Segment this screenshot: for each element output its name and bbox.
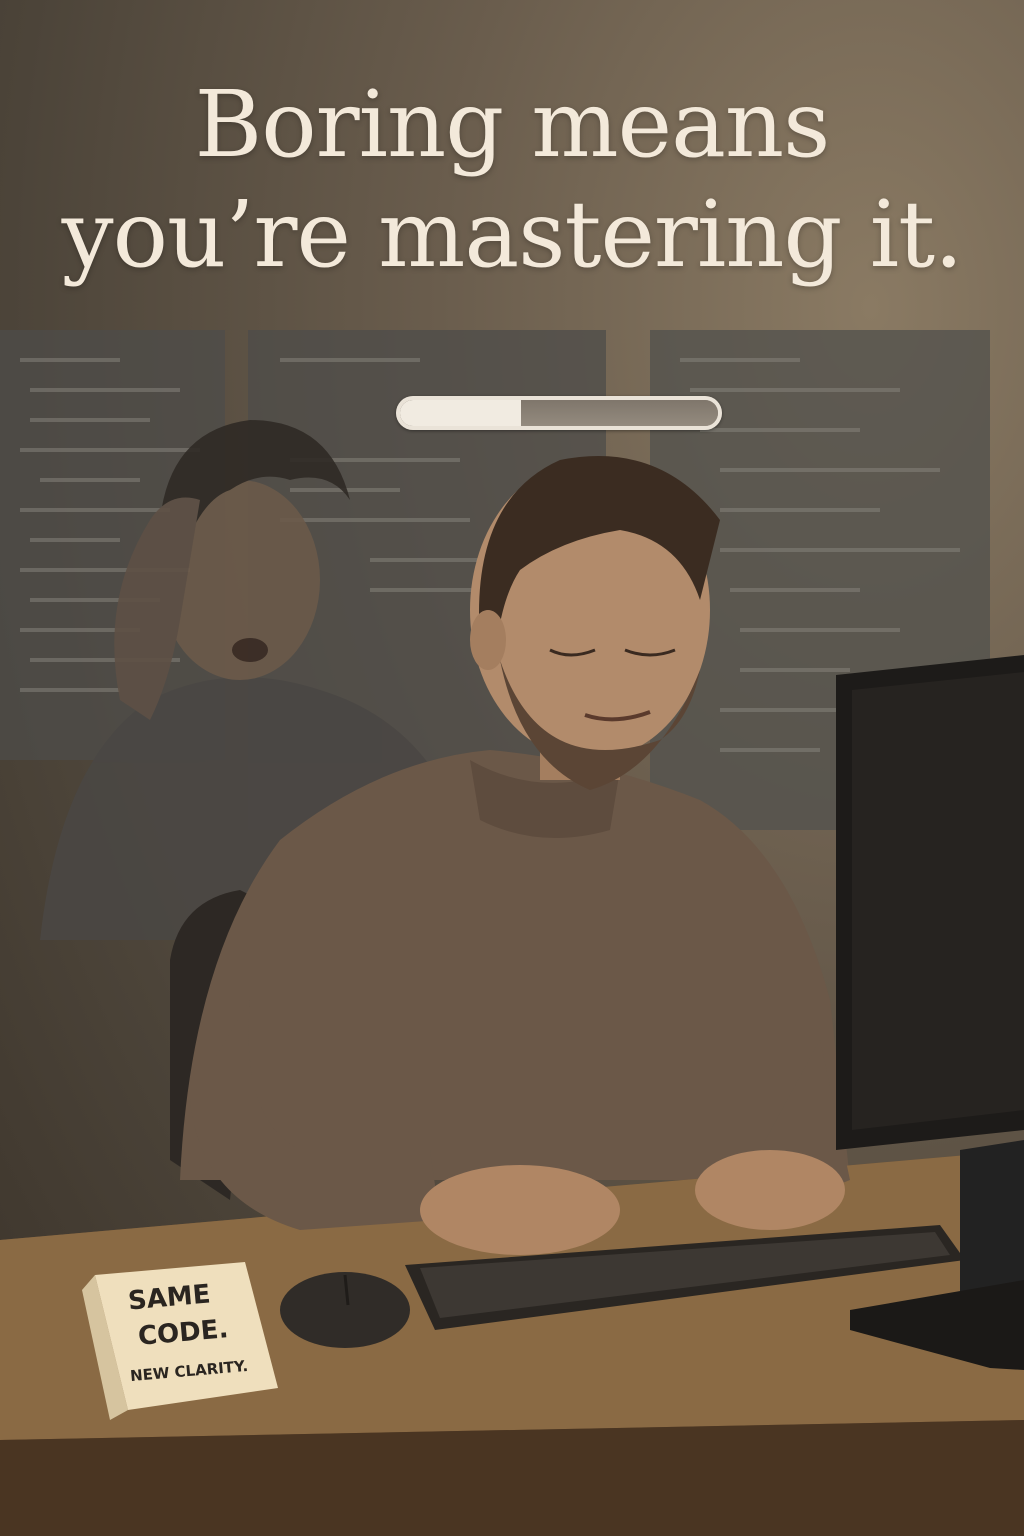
- poster-scene: Boring means you’re mastering it. SAME C…: [0, 0, 1024, 1536]
- headline-line-1: Boring means: [194, 71, 831, 178]
- progress-track: [400, 400, 718, 426]
- headline: Boring means you’re mastering it.: [0, 70, 1024, 290]
- headline-line-2: you’re mastering it.: [61, 181, 964, 288]
- progress-fill: [400, 400, 521, 426]
- progress-bar: [396, 396, 722, 430]
